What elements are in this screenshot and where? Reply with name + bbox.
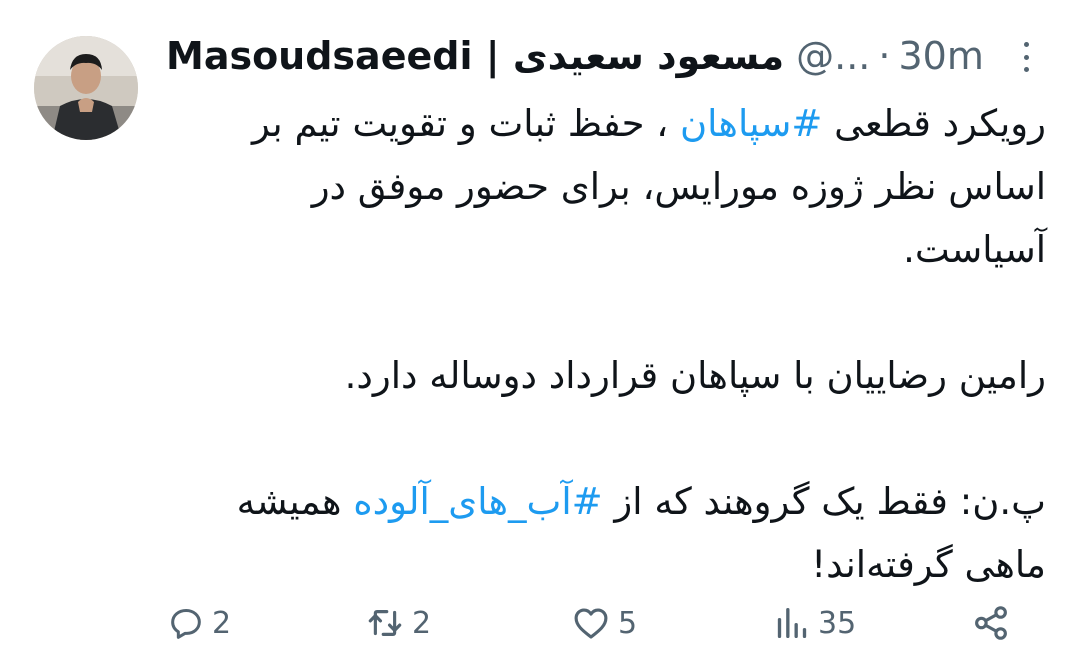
hashtag-link[interactable]: #آب_های_آلوده <box>353 480 602 523</box>
action-bar: 2 2 5 35 <box>0 598 1080 648</box>
tweet-paragraph-2: رامین رضاییان با سپاهان قرارداد دوساله د… <box>344 354 1046 397</box>
tweet-header: Masoudsaeedi | مسعود سعیدی @... · 30m <box>166 30 984 82</box>
heart-icon <box>570 602 612 644</box>
timestamp[interactable]: 30m <box>898 34 983 78</box>
reply-count: 2 <box>212 605 232 641</box>
reply-button[interactable]: 2 <box>166 598 231 648</box>
separator-dot: · <box>878 34 891 78</box>
hashtag-link[interactable]: #سپاهان <box>680 102 822 145</box>
tweet-paragraph-3: پ.ن: فقط یک گروهند که از #آب_های_آلوده ه… <box>236 480 1046 586</box>
more-icon[interactable] <box>1014 42 1038 72</box>
avatar[interactable] <box>34 36 138 140</box>
share-button[interactable] <box>970 598 1012 648</box>
like-button[interactable]: 5 <box>570 598 637 648</box>
tweet-paragraph-1: رویکرد قطعی #سپاهان ، حفظ ثبات و تقویت ت… <box>252 102 1046 271</box>
like-count: 5 <box>618 605 638 641</box>
retweet-icon <box>364 602 406 644</box>
user-handle[interactable]: @... <box>796 34 870 78</box>
views-icon <box>772 603 812 643</box>
share-icon <box>970 602 1012 644</box>
tweet-text: رویکرد قطعی #سپاهان ، حفظ ثبات و تقویت ت… <box>166 92 1046 596</box>
display-name[interactable]: Masoudsaeedi | مسعود سعیدی <box>166 34 784 78</box>
tweet: Masoudsaeedi | مسعود سعیدی @... · 30m رو… <box>0 0 1080 671</box>
views-button[interactable]: 35 <box>772 598 856 648</box>
retweet-button[interactable]: 2 <box>364 598 431 648</box>
reply-icon <box>166 603 206 643</box>
views-count: 35 <box>818 605 857 641</box>
retweet-count: 2 <box>412 605 432 641</box>
avatar-photo <box>34 36 138 140</box>
